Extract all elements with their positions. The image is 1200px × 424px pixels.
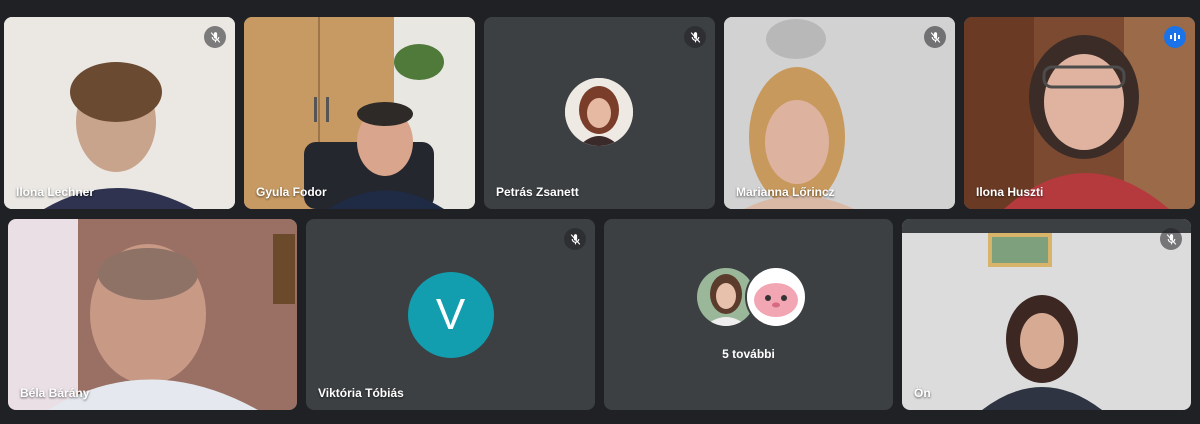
participant-tile-bela-barany[interactable]: Béla Bárány: [8, 219, 297, 410]
more-participants-label: 5 további: [722, 347, 775, 361]
avatar: V: [407, 271, 494, 358]
participant-tile-ilona-lechner[interactable]: Ilona Lechner: [4, 17, 235, 209]
video-feed: [902, 219, 1191, 410]
participant-name: Petrás Zsanett: [496, 185, 579, 199]
participant-name: Béla Bárány: [20, 386, 90, 400]
participant-tile-marianna-lorincz[interactable]: Marianna Lőrincz: [724, 17, 955, 209]
participant-tile-self[interactable]: Ön: [902, 219, 1191, 410]
participant-name: Ilona Huszti: [976, 185, 1044, 199]
video-feed: [724, 17, 955, 209]
mic-off-icon: [204, 26, 226, 48]
participant-tile-gyula-fodor[interactable]: Gyula Fodor: [244, 17, 475, 209]
mic-off-icon: [924, 26, 946, 48]
participant-name: Ön: [914, 386, 931, 400]
participant-name: Gyula Fodor: [256, 185, 327, 199]
avatar: [745, 266, 807, 328]
more-participants-tile[interactable]: 5 további: [604, 219, 893, 410]
participant-name: Viktória Tóbiás: [318, 386, 404, 400]
participant-name: Ilona Lechner: [16, 185, 95, 199]
participant-tile-petras-zsanett[interactable]: Petrás Zsanett: [484, 17, 715, 209]
mic-off-icon: [1160, 228, 1182, 250]
participant-tile-viktoria-tobias[interactable]: V Viktória Tóbiás: [306, 219, 595, 410]
video-feed: [244, 17, 475, 209]
participant-name: Marianna Lőrincz: [736, 185, 835, 199]
mic-off-icon: [684, 26, 706, 48]
video-feed: [964, 17, 1195, 209]
avatar: [565, 78, 633, 146]
participant-tile-ilona-huszti[interactable]: Ilona Huszti: [964, 17, 1195, 209]
audio-level-icon: [1164, 26, 1186, 48]
video-feed: [4, 17, 235, 209]
mic-off-icon: [564, 228, 586, 250]
video-feed: [8, 219, 297, 410]
